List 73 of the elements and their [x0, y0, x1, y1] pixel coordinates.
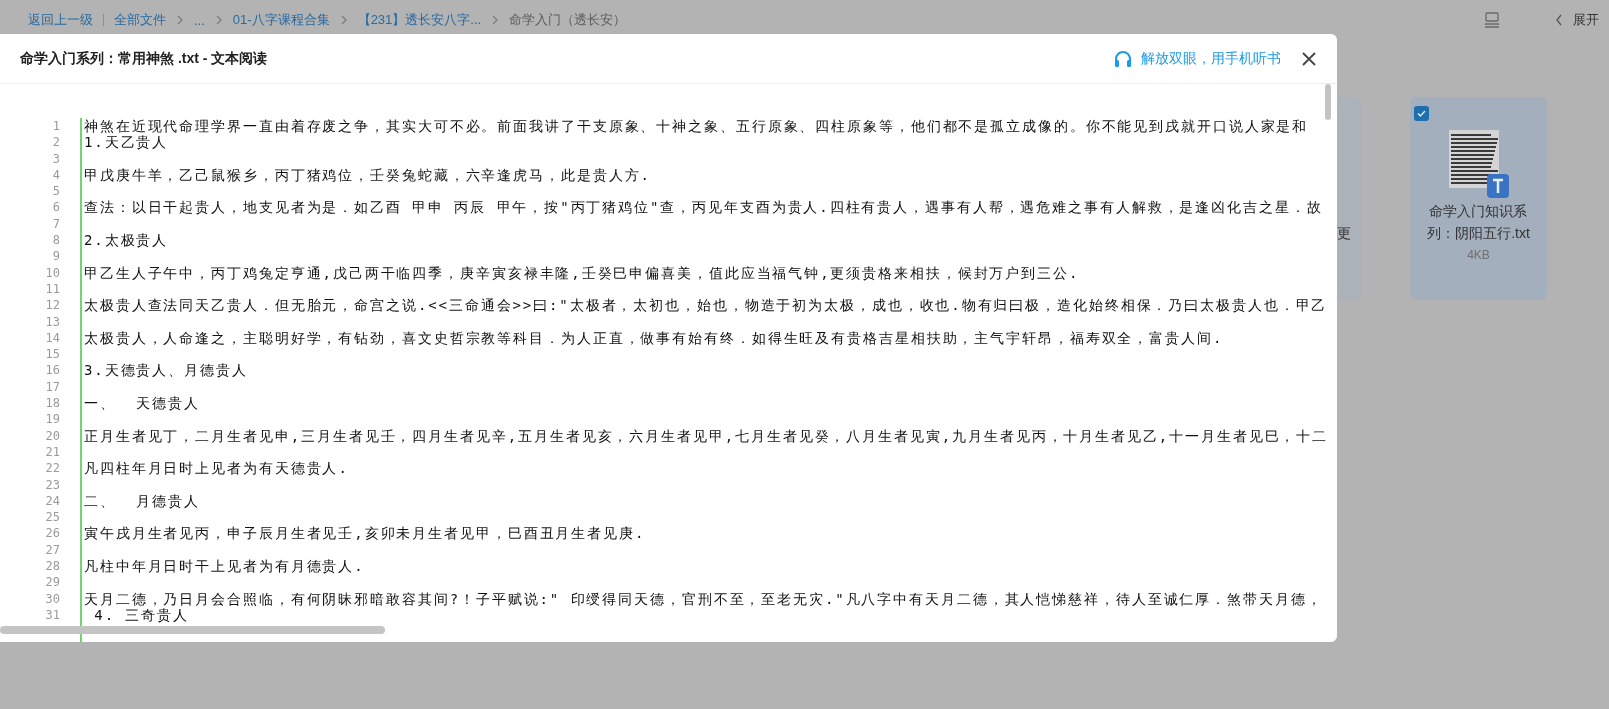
line-number: 12: [44, 297, 60, 314]
listen-link[interactable]: 解放双眼，用手机听书: [1113, 49, 1281, 68]
line-number: 1: [51, 118, 60, 135]
line-number: 30: [44, 590, 60, 607]
line-number: 16: [44, 362, 60, 379]
line-number: 4: [51, 166, 60, 184]
headphones-icon: [1113, 49, 1133, 68]
file-card[interactable]: 命学入门知识系 列：阴阳五行.txt 4KB: [1410, 97, 1547, 300]
line-number: 11: [44, 280, 60, 298]
line-number: 25: [44, 509, 60, 526]
back-link[interactable]: 返回上一级: [28, 11, 93, 29]
text-line: 3.天德贵人、月德贵人: [84, 362, 248, 379]
line-number: 29: [44, 574, 60, 591]
checkbox[interactable]: [1414, 106, 1429, 121]
line-number: 8: [51, 232, 60, 249]
file-name: 命学入门知识系: [1428, 202, 1529, 221]
text-line: 1.天乙贵人: [84, 134, 169, 151]
line-number: 23: [44, 476, 60, 493]
chevron-icon: [491, 15, 500, 25]
line-number: 28: [44, 558, 60, 575]
dialog-title: 命学入门系列：常用神煞 .txt - 文本阅读: [20, 49, 268, 68]
chevron-icon: [214, 15, 223, 25]
text-line: 正月生者见丁，二月生者见申,三月生者见壬，四月生者见辛,五月生者见亥，六月生者见甲,七月生者见癸，八月生者见寅,九月生者见丙，十月生者见乙,十一月生者见巳，十二: [84, 427, 1329, 444]
line-number: 26: [44, 525, 60, 542]
text-line: 寅午戌月生者见丙，申子辰月生者见壬,亥卯未月生者见甲，巳酉丑月生者见庚.: [84, 525, 646, 542]
line-number: 31: [44, 606, 60, 624]
text-line: 凡四柱年月日时上见者为有天德贵人.: [84, 460, 349, 477]
line-number: 22: [44, 460, 60, 477]
horizontal-scrollbar[interactable]: [0, 626, 385, 634]
text-line: 甲乙生人子午中，丙丁鸡兔定亨通,戊己两干临四季，庚辛寅亥禄丰隆,壬癸巳申偏喜美，值此应当福气钟,更须贵格来相扶，候封万户到三公.: [84, 264, 1080, 281]
breadcrumb-link[interactable]: 【231】透长安八字...: [357, 11, 482, 29]
chevron-icon: [176, 15, 184, 25]
text-line: 神煞在近现代命理学界一直由着存废之争，其实大可不必。前面我讲了干支原象、十神之象、五行原象、四柱原象等，他们都不是孤立成像的。你不能见到戌就开口说人家是和: [84, 118, 1309, 135]
line-number: 5: [51, 183, 60, 200]
text-line: 天月二德，乃日月会合照临，有何阴昧邪暗敢容其间?！子平赋说:" 印绶得同天德，官刑不至，至老无灾."凡八字中有天月二德，其人恺悌慈祥，待人至诚仁厚．煞带天月德，: [84, 590, 1323, 607]
chevron-left-icon: [1555, 14, 1563, 26]
text-line: 二、 月德贵人: [84, 492, 201, 510]
chevron-icon: [339, 15, 348, 25]
text-line: 甲戊庚牛羊，乙己鼠猴乡，丙丁猪鸡位，壬癸兔蛇藏，六辛逢虎马，此是贵人方.: [84, 166, 651, 184]
current-folder[interactable]: 命学入门（透长安）: [509, 11, 627, 29]
text-line: 一、 天德贵人: [84, 395, 201, 412]
file-name: 列：阴阳五行.txt: [1427, 224, 1530, 243]
text-line: 凡柱中年月日时干上见者为有月德贵人.: [84, 558, 365, 575]
breadcrumb-link[interactable]: 01-八字课程合集: [232, 11, 330, 29]
line-number: 3: [51, 150, 60, 167]
line-number: 14: [44, 329, 60, 347]
line-number: 18: [44, 395, 60, 412]
line-number: 17: [44, 378, 60, 396]
line-number: 20: [44, 427, 60, 444]
line-number: 6: [51, 199, 60, 216]
line-number: 9: [51, 248, 60, 265]
text-line: 查法：以日干起贵人，地支见者为是．如乙酉 甲申 丙辰 甲午，按"丙丁猪鸡位"查，丙见年支酉为贵人.四柱有贵人，遇事有人帮，遇危难之事有人解救，是逢凶化吉之星．故: [84, 199, 1323, 216]
close-button[interactable]: [1301, 50, 1317, 67]
line-number: 13: [44, 313, 60, 330]
line-number: 19: [44, 411, 60, 428]
line-number: 24: [44, 492, 60, 510]
text-line: 2.太极贵人: [84, 232, 169, 249]
breadcrumb-link[interactable]: 全部文件: [114, 11, 166, 29]
breadcrumb-link[interactable]: ...: [194, 12, 205, 28]
line-number: 7: [51, 215, 60, 233]
line-number: 27: [44, 541, 60, 558]
expand-button[interactable]: 展开: [1555, 11, 1599, 29]
list-view-icon[interactable]: [1483, 12, 1501, 28]
text-line: 太极贵人查法同天乙贵人．但无胎元，命宫之说.<<三命通会>>曰:"太极者，太初也，始也，物造于初为太极，成也，收也.物有归曰极，造化始终相保．乃曰太极贵人也．甲乙: [84, 297, 1328, 314]
text-line: 太极贵人，人命逢之，主聪明好学，有钻劲，喜文史哲宗教等科目．为人正直，做事有始有终．如得生旺及有贵格吉星相扶助，主气宇轩昂，福寿双全，富贵人间.: [84, 329, 1224, 347]
line-number: 15: [44, 346, 60, 363]
line-number: 21: [44, 443, 60, 461]
line-number: 10: [44, 264, 60, 281]
text-line: 4. 三奇贵人: [93, 606, 189, 624]
file-size: 4KB: [1467, 248, 1490, 262]
file-name: 更: [1336, 224, 1352, 243]
vertical-scrollbar[interactable]: [1325, 84, 1331, 120]
line-number: 2: [51, 134, 60, 151]
